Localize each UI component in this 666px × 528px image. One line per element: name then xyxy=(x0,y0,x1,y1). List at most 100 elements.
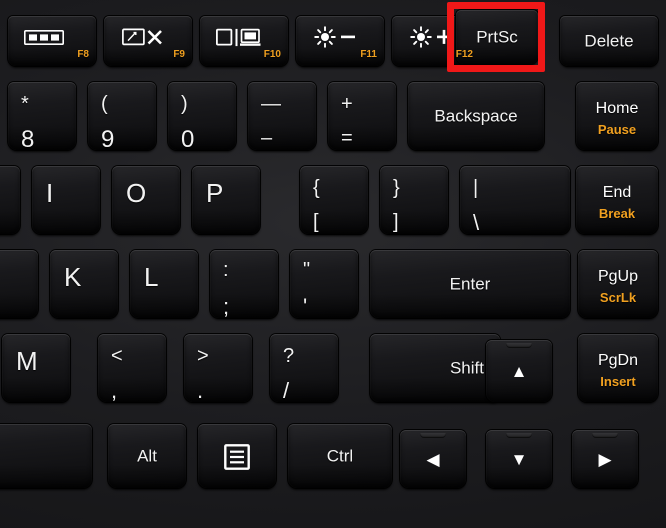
key-label-backspace: Backspace xyxy=(434,106,518,126)
key-arrow-up[interactable]: ▲ xyxy=(486,340,552,402)
key-label-apostrophe: ' xyxy=(303,294,308,318)
key-label-home: Home xyxy=(595,100,639,117)
key-label-bracket-left: [ xyxy=(313,211,319,233)
display-off-icon xyxy=(122,27,166,52)
key-label-alt: Alt xyxy=(137,446,157,466)
key-arrow-left[interactable]: ◀ xyxy=(400,430,466,488)
arrow-right-icon: ▶ xyxy=(598,450,612,470)
context-menu-icon xyxy=(224,444,250,475)
key-label-9-shift: ( xyxy=(101,93,108,115)
key-slash[interactable]: ? / xyxy=(270,334,338,402)
key-label-doublequote: " xyxy=(303,259,311,281)
key-label-pause: Pause xyxy=(597,122,637,137)
key-k[interactable]: K xyxy=(50,250,118,318)
key-label-m: M xyxy=(16,346,38,376)
key-label-i: I xyxy=(46,178,54,208)
key-backspace[interactable]: Backspace xyxy=(408,82,544,150)
key-alt-right[interactable]: Alt xyxy=(108,424,186,488)
fn-label-f10: F10 xyxy=(263,49,281,60)
key-label-equal: = xyxy=(341,127,353,149)
key-u-partial[interactable] xyxy=(0,166,20,234)
key-label-shift: Shift xyxy=(449,358,484,378)
key-delete[interactable]: Delete xyxy=(560,16,658,66)
key-end[interactable]: End Break xyxy=(576,166,658,234)
key-9[interactable]: ( 9 xyxy=(88,82,156,150)
key-f8[interactable]: F8 xyxy=(8,16,96,66)
key-label-0: 0 xyxy=(181,126,195,151)
key-bracket-left[interactable]: { [ xyxy=(300,166,368,234)
key-0[interactable]: ) 0 xyxy=(168,82,236,150)
brightness-up-icon xyxy=(410,26,456,53)
key-m[interactable]: M xyxy=(2,334,70,402)
key-label-8-shift: * xyxy=(21,93,29,115)
arrow-down-icon: ▼ xyxy=(510,450,528,470)
key-label-pipe: | xyxy=(473,177,479,199)
key-label-semicolon: ; xyxy=(223,294,230,318)
key-l[interactable]: L xyxy=(130,250,198,318)
key-o[interactable]: O xyxy=(112,166,180,234)
key-notch-left xyxy=(420,433,446,438)
key-label-comma: , xyxy=(111,378,118,402)
key-pgdn[interactable]: PgDn Insert xyxy=(578,334,658,402)
key-label-l: L xyxy=(144,262,159,292)
key-minus[interactable]: — – xyxy=(248,82,316,150)
key-pgup[interactable]: PgUp ScrLk xyxy=(578,250,658,318)
key-notch-down xyxy=(506,433,532,438)
key-space-partial[interactable] xyxy=(0,424,92,488)
key-equal[interactable]: + = xyxy=(328,82,396,150)
key-label-prtsc: PrtSc xyxy=(476,27,518,47)
key-label-9: 9 xyxy=(101,126,115,151)
key-label-question: ? xyxy=(283,345,295,367)
key-home[interactable]: Home Pause xyxy=(576,82,658,150)
key-ctrl-right[interactable]: Ctrl xyxy=(288,424,392,488)
key-p[interactable]: P xyxy=(192,166,260,234)
key-label-underscore: — xyxy=(261,93,281,115)
key-notch-right xyxy=(592,433,618,438)
arrow-left-icon: ◀ xyxy=(426,450,440,470)
key-8[interactable]: * 8 xyxy=(8,82,76,150)
key-label-bracket-right: ] xyxy=(393,211,399,233)
key-f9[interactable]: F9 xyxy=(104,16,192,66)
key-label-insert: Insert xyxy=(600,374,636,389)
key-label-brace-left: { xyxy=(313,177,320,199)
key-f10[interactable]: F10 xyxy=(200,16,288,66)
key-arrow-down[interactable]: ▼ xyxy=(486,430,552,488)
key-shift-right[interactable]: Shift xyxy=(370,334,500,402)
key-label-ctrl: Ctrl xyxy=(326,446,354,466)
key-j-partial[interactable] xyxy=(0,250,38,318)
key-bracket-right[interactable]: } ] xyxy=(380,166,448,234)
key-i[interactable]: I xyxy=(32,166,100,234)
laptop-keyboard: F8 F9 F10 F11 F12 PrtSc Delete * 8 (9)… xyxy=(0,0,666,528)
key-arrow-right[interactable]: ▶ xyxy=(572,430,638,488)
key-label-delete: Delete xyxy=(584,31,634,51)
key-label-pgdn: PgDn xyxy=(597,352,639,369)
key-label-0-shift: ) xyxy=(181,93,188,115)
key-label-break: Break xyxy=(598,206,636,221)
key-comma[interactable]: < , xyxy=(98,334,166,402)
fn-label-f9: F9 xyxy=(173,49,185,60)
key-notch-up xyxy=(506,343,532,348)
key-label-slash: / xyxy=(283,378,290,402)
fn-label-f8: F8 xyxy=(77,49,89,60)
key-menu[interactable] xyxy=(198,424,276,488)
key-label-period: . xyxy=(197,378,204,402)
key-period[interactable]: > . xyxy=(184,334,252,402)
key-label-o: O xyxy=(126,178,147,208)
key-f11[interactable]: F11 xyxy=(296,16,384,66)
key-quote[interactable]: " ' xyxy=(290,250,358,318)
key-label-greater-than: > xyxy=(197,345,209,367)
key-label-enter: Enter xyxy=(449,274,491,294)
key-label-k: K xyxy=(64,262,82,292)
key-label-backslash: \ xyxy=(473,210,480,234)
key-backslash[interactable]: | \ xyxy=(460,166,570,234)
brightness-down-icon xyxy=(314,26,360,53)
key-label-p: P xyxy=(206,178,224,208)
key-label-colon: : xyxy=(223,259,229,281)
key-label-8: 8 xyxy=(21,126,35,151)
dual-display-icon xyxy=(215,28,262,52)
key-semicolon[interactable]: : ; xyxy=(210,250,278,318)
fn-label-f12: F12 xyxy=(455,49,473,60)
key-label-pgup: PgUp xyxy=(597,268,639,285)
key-enter[interactable]: Enter xyxy=(370,250,570,318)
key-label-minus: – xyxy=(261,127,273,149)
